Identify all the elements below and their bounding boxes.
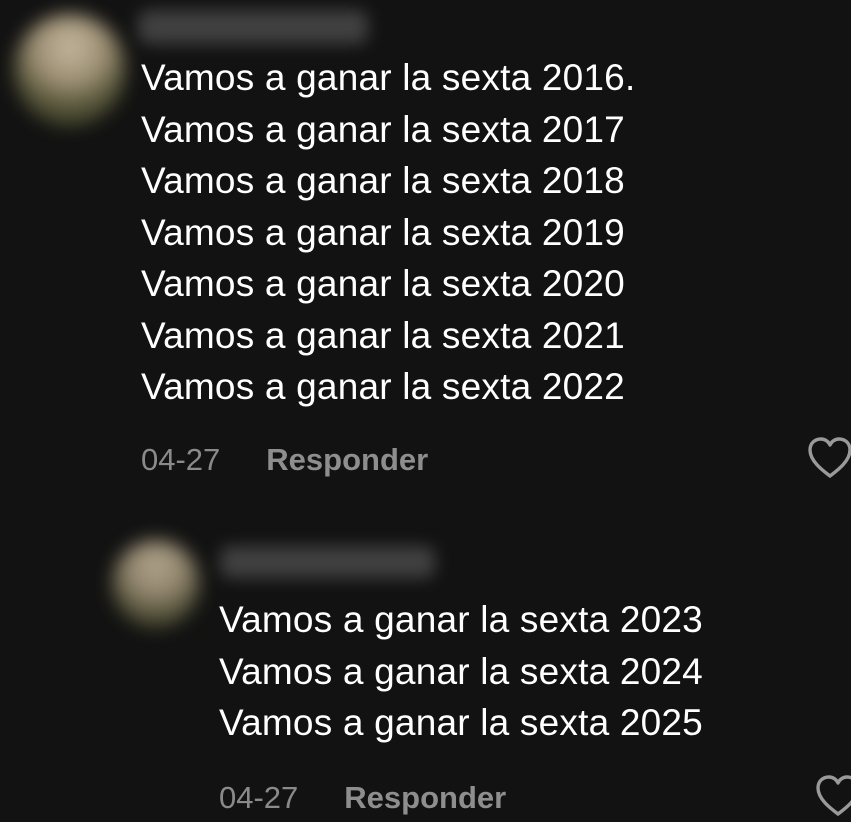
username-blurred[interactable] [138, 10, 368, 44]
comment-line: Vamos a ganar la sexta 2016. [141, 57, 636, 98]
heart-icon[interactable] [806, 436, 851, 480]
comment-line: Vamos a ganar la sexta 2018 [141, 160, 625, 201]
reply-heart-icon[interactable] [814, 774, 851, 818]
comment-line: Vamos a ganar la sexta 2021 [141, 314, 625, 356]
comment-line: Vamos a ganar la sexta 2022 [141, 366, 625, 407]
reply-button[interactable]: Responder [266, 442, 428, 478]
reply-text: Vamos a ganar la sexta 2023 Vamos a gana… [219, 594, 703, 749]
reply-reply-button[interactable]: Responder [344, 780, 506, 816]
comment-meta: 04-27 Responder [141, 440, 428, 480]
comment-text: Vamos a ganar la sexta 2016. Vamos a gan… [141, 52, 635, 413]
avatar[interactable] [14, 14, 126, 126]
reply-avatar[interactable] [112, 540, 200, 628]
reply-username-blurred[interactable] [220, 546, 435, 578]
reply-line: Vamos a ganar la sexta 2023 [219, 599, 703, 640]
reply-date: 04-27 [219, 780, 299, 815]
comment-line: Vamos a ganar la sexta 2017 [141, 108, 625, 150]
comment-line: Vamos a ganar la sexta 2020 [141, 263, 625, 304]
reply-meta: 04-27 Responder [219, 778, 506, 818]
reply-line: Vamos a ganar la sexta 2024 [219, 650, 703, 692]
comment-line: Vamos a ganar la sexta 2019 [141, 211, 625, 253]
reply-line: Vamos a ganar la sexta 2025 [219, 702, 703, 743]
comment-date: 04-27 [141, 442, 221, 477]
